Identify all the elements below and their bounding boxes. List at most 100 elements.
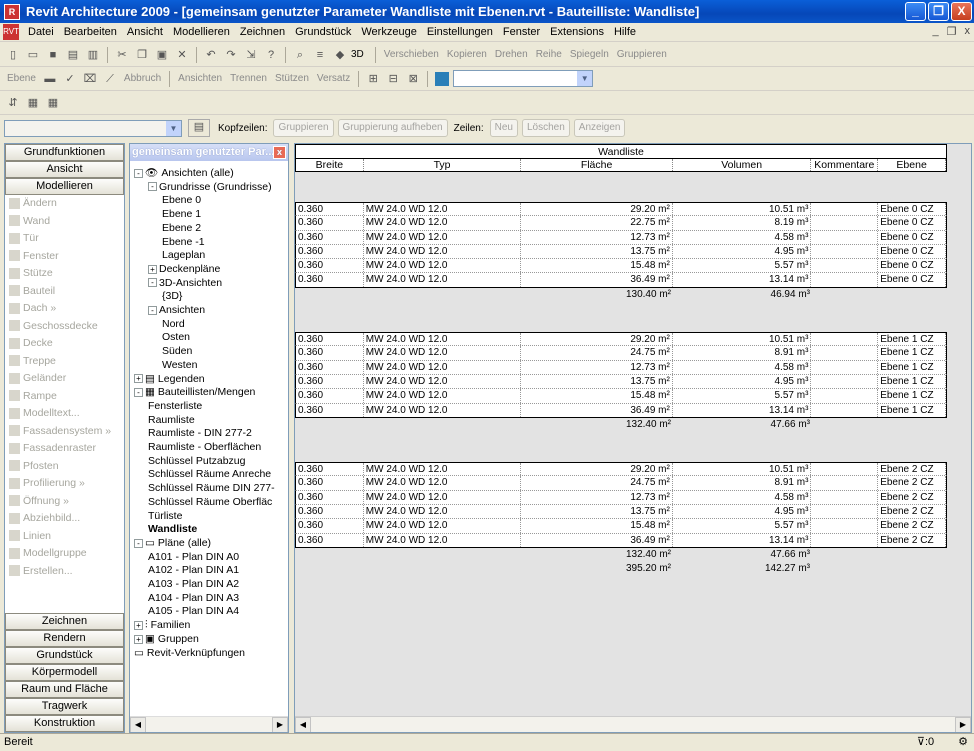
table-cell[interactable]: MW 24.0 WD 12.0 [364,360,522,374]
table-row[interactable]: 0.360 MW 24.0 WD 12.0 15.48 m² 5.57 m³ Ebene… [295,389,947,404]
print-preview-icon[interactable]: ▥ [86,48,100,62]
delete-row-button[interactable]: Löschen [521,119,570,137]
render-icon[interactable] [435,71,450,86]
table-cell[interactable]: 10.51 m³ [673,463,812,476]
table-cell[interactable]: 4.58 m³ [673,230,812,244]
table-cell[interactable]: MW 24.0 WD 12.0 [364,403,522,417]
table-cell[interactable]: 13.14 m³ [673,403,812,417]
design-bar-item[interactable]: Modellgruppe [5,545,124,563]
tree-node[interactable]: Schlüssel Putzabzug [148,455,245,469]
table-cell[interactable]: 0.360 [296,203,364,216]
table-cell[interactable]: MW 24.0 WD 12.0 [364,203,522,216]
table-cell[interactable]: 24.75 m² [521,346,673,360]
table-cell[interactable]: 4.58 m³ [673,360,812,374]
table-cell[interactable]: MW 24.0 WD 12.0 [364,505,522,519]
table-cell[interactable]: 5.57 m³ [673,519,812,533]
tree-node[interactable]: Fensterliste [148,400,202,414]
design-bar-item[interactable]: Profilierung » [5,475,124,493]
workset-folder-icon[interactable]: ▦ [26,96,40,110]
delete-icon[interactable]: ✕ [175,48,189,62]
table-cell[interactable]: 10.51 m³ [673,203,812,216]
tree-node[interactable]: ▭ Revit-Verknüpfungen [134,647,245,661]
table-cell[interactable]: 0.360 [296,216,364,230]
design-bar-item[interactable]: Wand [5,213,124,231]
table-cell[interactable]: 36.49 m² [521,533,673,547]
table-cell[interactable] [811,273,879,287]
table-cell[interactable] [811,505,879,519]
table-cell[interactable]: 5.57 m³ [673,259,812,273]
properties-icon[interactable]: ▤ [188,119,210,137]
design-bar-item[interactable]: Dach » [5,300,124,318]
menu-datei[interactable]: Datei [23,26,59,38]
table-cell[interactable]: Ebene 0 CZ [878,273,946,287]
table-row[interactable]: 0.360 MW 24.0 WD 12.0 29.20 m² 10.51 m³ Eben… [295,332,947,347]
chevron-down-icon[interactable]: ▼ [577,71,593,86]
table-cell[interactable] [811,230,879,244]
save-icon[interactable]: ■ [46,48,60,62]
table-cell[interactable]: 0.360 [296,389,364,403]
tree-node[interactable]: Ebene 1 [162,208,201,222]
design-bar-item[interactable]: Fassadenraster [5,440,124,458]
table-cell[interactable]: Ebene 2 CZ [878,463,946,476]
tree-node[interactable]: - ▭ Pläne (alle) [134,537,211,551]
tree-node[interactable]: - Grundrisse (Grundrisse) [148,181,272,195]
mirror-button[interactable]: Spiegeln [567,49,612,60]
table-cell[interactable]: 8.91 m³ [673,346,812,360]
table-cell[interactable]: 22.75 m² [521,216,673,230]
table-cell[interactable]: MW 24.0 WD 12.0 [364,490,522,505]
tree-node[interactable]: A102 - Plan DIN A1 [148,564,239,578]
column-header-volumen[interactable]: Volumen [673,159,812,171]
design-bar-item[interactable]: Rampe [5,388,124,406]
table-cell[interactable] [811,259,879,273]
tab-grundstueck[interactable]: Grundstück [5,647,124,664]
scroll-right-icon[interactable]: ▶ [955,717,971,732]
copy-button[interactable]: Kopieren [444,49,490,60]
table-cell[interactable]: Ebene 2 CZ [878,505,946,519]
redo-icon[interactable]: ↷ [224,48,238,62]
close-button[interactable]: X [951,2,972,21]
table-row[interactable]: 0.360 MW 24.0 WD 12.0 24.75 m² 8.91 m³ Ebene… [295,476,947,491]
design-bar-item[interactable]: Treppe [5,353,124,371]
table-cell[interactable]: Ebene 0 CZ [878,244,946,259]
menu-werkzeuge[interactable]: Werkzeuge [356,26,421,38]
chevron-down-icon[interactable]: ▼ [166,120,181,136]
table-cell[interactable]: 0.360 [296,533,364,547]
collapse-icon[interactable]: - [134,387,143,397]
minimize-button[interactable]: _ [905,2,926,21]
menu-fenster[interactable]: Fenster [498,26,545,38]
table-row[interactable]: 0.360 MW 24.0 WD 12.0 24.75 m² 8.91 m³ Ebene… [295,346,947,361]
column-header-breite[interactable]: Breite [296,159,364,171]
split-button[interactable]: Trennen [227,73,270,84]
table-row[interactable]: 0.360 MW 24.0 WD 12.0 29.20 m² 10.51 m³ Eben… [295,462,947,477]
table-row[interactable]: 0.360 MW 24.0 WD 12.0 15.48 m² 5.57 m³ Ebene… [295,259,947,274]
design-bar-item[interactable]: Linien [5,528,124,546]
table-cell[interactable]: 29.20 m² [521,203,673,216]
table-cell[interactable]: MW 24.0 WD 12.0 [364,519,522,533]
table-cell[interactable]: 13.75 m² [521,505,673,519]
table-cell[interactable]: 5.57 m³ [673,389,812,403]
column-header-typ[interactable]: Typ [364,159,522,171]
table-cell[interactable]: Ebene 0 CZ [878,259,946,273]
menu-hilfe[interactable]: Hilfe [609,26,641,38]
menu-einstellungen[interactable]: Einstellungen [422,26,498,38]
views-button[interactable]: Ansichten [175,73,225,84]
tree-node[interactable]: - Ansichten [148,304,205,318]
collapse-icon[interactable]: - [134,538,143,548]
table-cell[interactable] [811,533,879,547]
table-cell[interactable]: 15.48 m² [521,389,673,403]
design-bar-item[interactable]: Fassadensystem » [5,423,124,441]
rotate-button[interactable]: Drehen [492,49,531,60]
design-bar-item[interactable]: Tür [5,230,124,248]
table-cell[interactable]: 4.95 m³ [673,374,812,389]
table-cell[interactable]: 0.360 [296,333,364,346]
menu-modellieren[interactable]: Modellieren [168,26,235,38]
thin-lines-icon[interactable]: ≡ [313,48,327,62]
table-row[interactable]: 0.360 MW 24.0 WD 12.0 13.75 m² 4.95 m³ Ebene… [295,244,947,260]
scroll-left-icon[interactable]: ◀ [130,717,146,732]
wall-tool-icon[interactable]: ▬ [43,72,57,86]
cut-icon[interactable]: ✂ [115,48,129,62]
table-cell[interactable]: MW 24.0 WD 12.0 [364,333,522,346]
doc-minimize-button[interactable]: _ [933,25,939,38]
table-row[interactable]: 0.360 MW 24.0 WD 12.0 22.75 m² 8.19 m³ Ebene… [295,216,947,231]
collapse-icon[interactable]: - [134,168,143,178]
